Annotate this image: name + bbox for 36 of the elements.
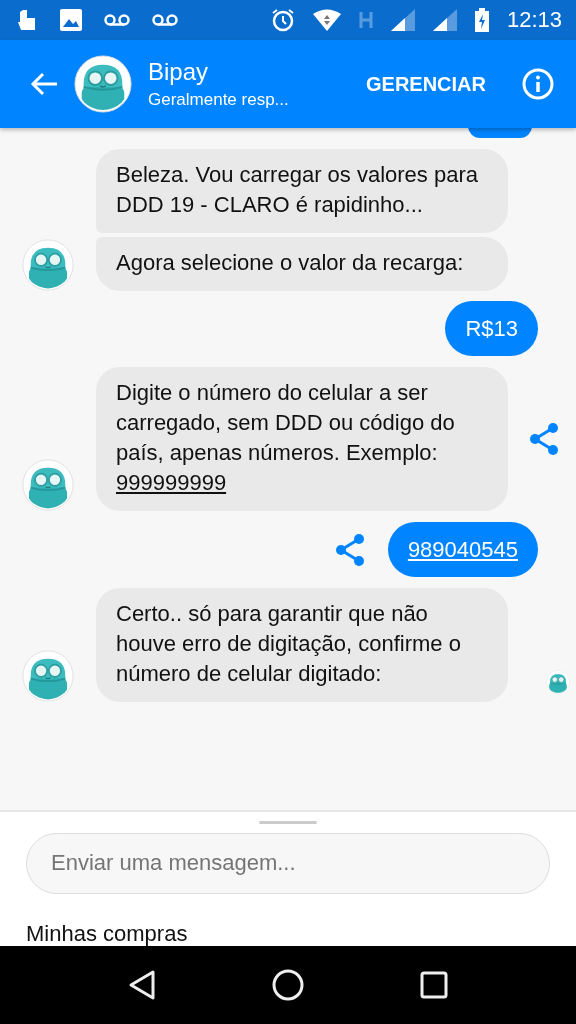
alarm-icon <box>270 8 295 32</box>
touch-hand-icon <box>16 8 38 32</box>
message-input[interactable]: Enviar uma mensagem... <box>26 832 550 894</box>
bot-avatar-icon <box>74 55 132 113</box>
wifi-icon <box>312 9 341 31</box>
home-icon[interactable] <box>272 969 304 1001</box>
message-bubble: Certo.. só para garantir que não houve erro de digitação, confirme o número de celular digitado: <box>96 588 508 702</box>
read-receipt-icon <box>546 670 570 694</box>
drag-handle[interactable] <box>259 821 317 824</box>
back-icon[interactable] <box>128 969 156 1001</box>
share-icon[interactable] <box>333 532 366 567</box>
chat-subtitle: Geralmente resp... <box>148 90 290 110</box>
message-bubble: Beleza. Vou carregar os valores para DDD 19 - CLARO é rapidinho... <box>96 149 508 233</box>
bot-avatar-icon <box>22 239 74 291</box>
image-icon <box>60 9 82 31</box>
signal-icon <box>390 9 415 31</box>
signal-icon <box>432 9 457 31</box>
bot-avatar-icon <box>22 650 74 702</box>
back-arrow-icon[interactable] <box>30 72 58 96</box>
manage-button[interactable]: GERENCIAR <box>366 72 486 96</box>
message-bubble: R$13 <box>445 301 538 356</box>
bot-avatar-icon <box>22 459 74 511</box>
menu-item[interactable]: Minhas compras <box>26 922 550 946</box>
message-bubble: 989040545 <box>387 522 538 577</box>
message-bubble: Digite o número do celular a ser carregado, sem DDD ou código do país, apenas números. Exemplo: 999999999 <box>96 367 508 511</box>
clock-time: 12:13 <box>506 7 562 33</box>
chat-title: Bipay <box>148 58 210 86</box>
voicemail-icon <box>104 13 130 27</box>
recents-icon[interactable] <box>420 971 448 999</box>
info-icon[interactable] <box>522 68 554 100</box>
h-network-icon <box>358 12 373 28</box>
voicemail-icon <box>152 13 178 27</box>
phone-link[interactable]: 999999999 <box>116 470 227 495</box>
share-icon[interactable] <box>528 422 560 456</box>
message-bubble: Agora selecione o valor da recarga: <box>96 237 508 291</box>
battery-charging-icon <box>474 8 489 32</box>
